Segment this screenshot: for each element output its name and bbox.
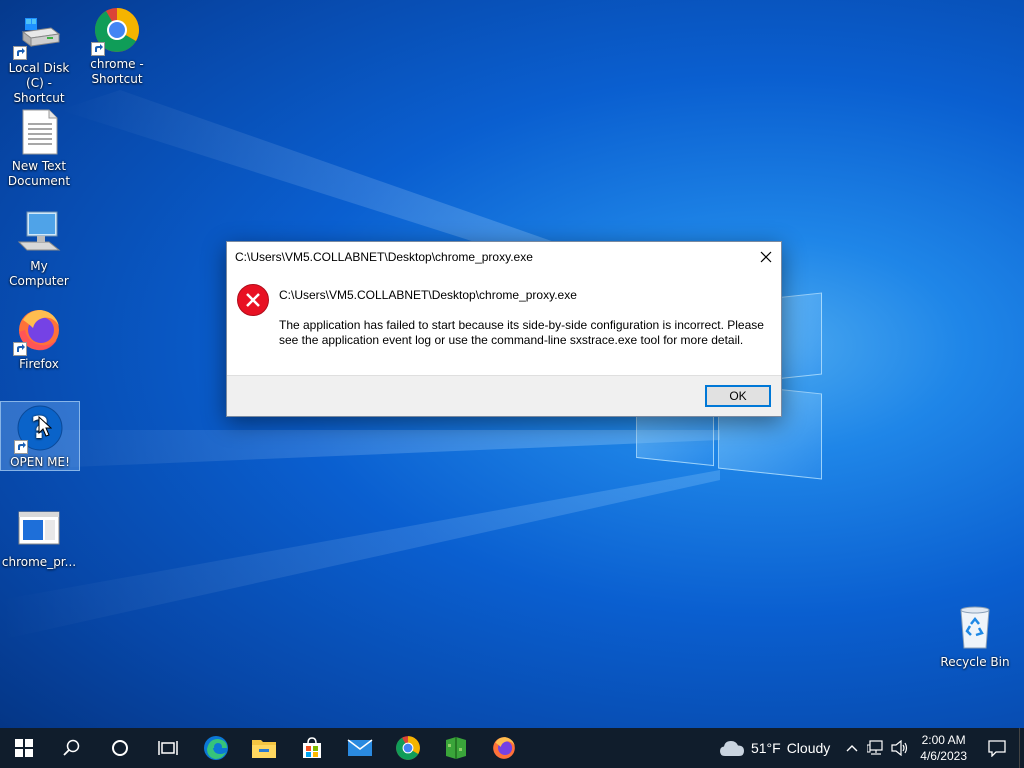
dialog-close-button[interactable] xyxy=(751,242,781,272)
clock-date: 4/6/2023 xyxy=(920,749,967,763)
taskbar-file-explorer[interactable] xyxy=(240,728,288,768)
network-icon xyxy=(867,740,883,755)
firefox-icon xyxy=(13,306,63,356)
task-view-button[interactable] xyxy=(144,728,192,768)
dialog-heading: C:\Users\VM5.COLLABNET\Desktop\chrome_pr… xyxy=(279,288,577,302)
desktop-icon-firefox[interactable]: Firefox xyxy=(0,306,78,372)
desktop-icon-local-disk[interactable]: Local Disk (C) - Shortcut xyxy=(0,10,78,106)
error-dialog: C:\Users\VM5.COLLABNET\Desktop\chrome_pr… xyxy=(226,241,782,417)
drive-icon xyxy=(13,10,63,60)
taskbar-clock[interactable]: 2:00 AM 4/6/2023 xyxy=(912,732,975,764)
file-explorer-icon xyxy=(252,740,276,758)
taskbar-firefox[interactable] xyxy=(480,728,528,768)
desktop-icon-new-text-document[interactable]: New Text Document xyxy=(0,108,78,189)
cloud-icon xyxy=(719,741,744,756)
taskbar-chrome[interactable] xyxy=(384,728,432,768)
volume-button[interactable] xyxy=(888,728,912,768)
weather-widget[interactable]: 51°F Cloudy xyxy=(709,739,840,757)
desktop-icon-my-computer[interactable]: My Computer xyxy=(0,208,78,289)
system-tray: 51°F Cloudy 2:00 AM 4/6/2023 xyxy=(709,728,1024,768)
edge-icon xyxy=(204,736,228,760)
taskbar-edge[interactable] xyxy=(192,728,240,768)
task-view-icon xyxy=(158,741,178,755)
show-desktop-button[interactable] xyxy=(1019,728,1024,768)
action-center-button[interactable] xyxy=(975,728,1019,768)
desktop-icon-chrome-proxy[interactable]: chrome_pr... xyxy=(0,504,78,570)
speaker-icon xyxy=(891,740,908,756)
weather-condition: Cloudy xyxy=(786,740,831,756)
icon-label: Firefox xyxy=(19,357,59,371)
text-document-icon xyxy=(15,108,63,156)
shortcut-arrow-icon xyxy=(91,42,105,56)
mail-icon xyxy=(347,739,373,756)
shortcut-arrow-icon xyxy=(13,342,27,356)
taskbar-store[interactable] xyxy=(288,728,336,768)
chrome-icon xyxy=(91,6,141,56)
search-icon xyxy=(63,739,80,756)
chrome-icon xyxy=(396,736,420,760)
firefox-icon xyxy=(493,737,515,759)
icon-label: Recycle Bin xyxy=(940,655,1010,669)
start-button[interactable] xyxy=(0,728,48,768)
taskbar: 51°F Cloudy 2:00 AM 4/6/2023 xyxy=(0,728,1024,768)
icon-label: chrome_pr... xyxy=(1,555,77,569)
computer-icon xyxy=(15,208,63,256)
network-button[interactable] xyxy=(864,728,888,768)
cortana-icon xyxy=(112,740,128,756)
ok-button[interactable]: OK xyxy=(705,385,771,407)
dialog-title: C:\Users\VM5.COLLABNET\Desktop\chrome_pr… xyxy=(235,250,533,264)
notification-icon xyxy=(988,740,1006,757)
icon-label: New Text Document xyxy=(7,159,71,188)
minecraft-icon xyxy=(446,737,466,759)
store-icon xyxy=(303,737,321,758)
icon-label: chrome - Shortcut xyxy=(90,57,144,86)
error-icon xyxy=(237,284,269,316)
cortana-button[interactable] xyxy=(96,728,144,768)
icon-label: OPEN ME! xyxy=(10,455,70,469)
shortcut-arrow-icon xyxy=(14,440,28,454)
search-button[interactable] xyxy=(48,728,96,768)
icon-label: Local Disk (C) - Shortcut xyxy=(8,61,70,105)
show-hidden-icons-button[interactable] xyxy=(840,728,864,768)
taskbar-mail[interactable] xyxy=(336,728,384,768)
start-icon xyxy=(15,739,33,757)
mouse-cursor-icon xyxy=(38,416,52,437)
icon-label: My Computer xyxy=(9,259,69,288)
desktop-icon-chrome[interactable]: chrome - Shortcut xyxy=(78,6,156,87)
recycle-bin-icon xyxy=(951,604,999,652)
chevron-up-icon xyxy=(846,745,858,752)
shortcut-arrow-icon xyxy=(13,46,27,60)
dialog-footer: OK xyxy=(227,375,781,416)
taskbar-minecraft[interactable] xyxy=(432,728,480,768)
close-icon xyxy=(760,251,772,263)
weather-temp: 51°F xyxy=(750,740,781,756)
desktop-icon-recycle-bin[interactable]: Recycle Bin xyxy=(936,604,1014,670)
clock-time: 2:00 AM xyxy=(921,733,966,747)
dialog-message: The application has failed to start beca… xyxy=(279,318,764,347)
window-app-icon xyxy=(15,504,63,552)
